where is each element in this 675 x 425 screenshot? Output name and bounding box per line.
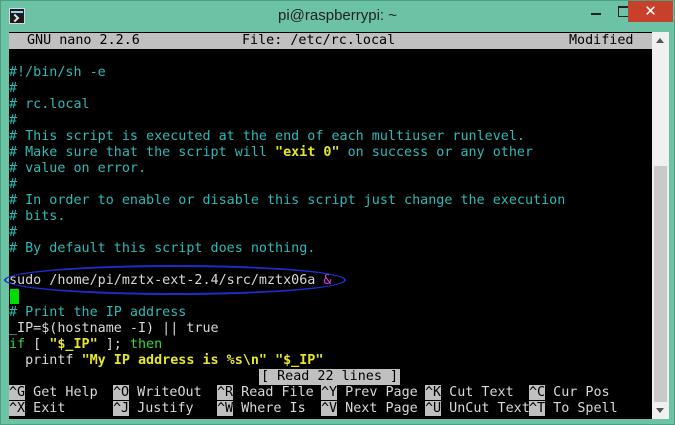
- shortcut-label: Exit: [25, 401, 66, 416]
- code-text: ];: [97, 337, 130, 352]
- close-button[interactable]: ✕: [628, 1, 673, 22]
- code-line: # bits.: [9, 209, 66, 224]
- shortcut-label: Justify: [129, 401, 194, 416]
- code-line: if [ "$_IP" ]; then: [9, 337, 162, 353]
- shortcut-key: ^V: [321, 401, 338, 416]
- code-line: # This script is executed at the end of …: [9, 129, 525, 144]
- code-line: #: [9, 177, 18, 192]
- shortcut-key: ^J: [113, 401, 130, 416]
- shortcut-label: Cut Text: [441, 385, 514, 400]
- shortcut-key: ^U: [425, 401, 442, 416]
- code-line: # rc.local: [9, 97, 90, 112]
- shortcut-where-is[interactable]: ^W Where Is: [217, 401, 306, 417]
- comment-text: on success or any other: [339, 145, 534, 160]
- code-line: #: [9, 81, 18, 96]
- shortcut-key: ^W: [217, 401, 234, 416]
- shortcut-label: WriteOut: [129, 385, 202, 400]
- shortcut-label: Prev Page: [337, 385, 418, 400]
- code-line: #: [9, 113, 18, 128]
- highlight-ellipse-annotation: [4, 265, 346, 295]
- code-line: # In order to enable or disable this scr…: [9, 193, 566, 208]
- shortcut-key: ^K: [425, 385, 442, 400]
- shortcut-to-spell[interactable]: ^T To Spell: [529, 401, 618, 417]
- vertical-scrollbar[interactable]: [652, 32, 669, 419]
- text-cursor: [10, 289, 19, 304]
- shortcut-label: Get Help: [25, 385, 98, 400]
- terminal-area[interactable]: GNU nano 2.2.6 File: /etc/rc.local Modif…: [9, 32, 652, 419]
- code-text: printf: [9, 353, 82, 368]
- code-line: # By default this script does nothing.: [9, 241, 316, 256]
- string-literal: "$_IP": [49, 337, 98, 352]
- window-title: pi@raspberrypi: ~: [277, 7, 398, 24]
- scrollbar-thumb[interactable]: [654, 166, 667, 402]
- comment-text: # Make sure that the script will: [9, 145, 276, 160]
- shortcut-key: ^Y: [321, 385, 338, 400]
- shortcut-key: ^O: [113, 385, 130, 400]
- minimize-button[interactable]: [583, 1, 609, 22]
- shortcut-next-page[interactable]: ^V Next Page: [321, 401, 418, 417]
- shortcut-label: Next Page: [337, 401, 418, 416]
- code-line: # value on error.: [9, 161, 147, 176]
- code-text: [: [25, 337, 50, 352]
- keyword: then: [129, 337, 163, 352]
- code-line: printf "My IP address is %s\n" "$_IP": [9, 353, 323, 369]
- shortcut-cur-pos[interactable]: ^C Cur Pos: [529, 385, 610, 401]
- shortcut-exit[interactable]: ^X Exit: [9, 401, 65, 417]
- string-literal: "exit 0": [275, 145, 340, 160]
- nano-status-message: [ Read 22 lines ]: [259, 369, 401, 385]
- shortcut-key: ^G: [9, 385, 26, 400]
- code-line: _IP=$(hostname -I) || true: [9, 321, 219, 336]
- shortcut-key: ^X: [9, 401, 26, 416]
- shortcut-justify[interactable]: ^J Justify: [113, 401, 194, 417]
- close-icon: ✕: [644, 2, 657, 20]
- shortcut-writeout[interactable]: ^O WriteOut: [113, 385, 202, 401]
- nano-version: GNU nano 2.2.6: [27, 33, 140, 48]
- shortcut-uncut-text[interactable]: ^U UnCut Text: [425, 401, 530, 417]
- shortcut-cut-text[interactable]: ^K Cut Text: [425, 385, 514, 401]
- shortcut-key: ^R: [217, 385, 234, 400]
- title-bar[interactable]: pi@raspberrypi: ~ ✕: [1, 1, 674, 32]
- nano-header-bar: GNU nano 2.2.6 File: /etc/rc.local Modif…: [9, 33, 652, 49]
- nano-modified-state: Modified: [569, 33, 634, 48]
- string-literal: "My IP address is %s\n": [81, 353, 267, 368]
- string-literal: "$_IP": [275, 353, 324, 368]
- code-line: #: [9, 225, 18, 240]
- shortcut-read-file[interactable]: ^R Read File: [217, 385, 314, 401]
- code-line: # Print the IP address: [9, 305, 187, 320]
- shortcut-prev-page[interactable]: ^Y Prev Page: [321, 385, 418, 401]
- shortcut-get-help[interactable]: ^G Get Help: [9, 385, 98, 401]
- keyword: if: [9, 337, 26, 352]
- shortcut-key: ^T: [529, 401, 546, 416]
- shortcut-label: To Spell: [545, 401, 618, 416]
- shortcut-key: ^C: [529, 385, 546, 400]
- shortcut-label: Cur Pos: [545, 385, 610, 400]
- code-line: #!/bin/sh -e: [9, 65, 106, 81]
- shortcut-label: Read File: [233, 385, 314, 400]
- terminal-window: pi@raspberrypi: ~ ✕ GNU nano 2.2.6 File:…: [0, 0, 675, 425]
- shebang-line: #!/bin/sh -e: [9, 65, 106, 80]
- scroll-up-arrow-icon[interactable]: [652, 32, 669, 49]
- code-line: # Make sure that the script will "exit 0…: [9, 145, 533, 161]
- shortcut-label: Where Is: [233, 401, 306, 416]
- scroll-down-arrow-icon[interactable]: [652, 402, 669, 419]
- shortcut-label: UnCut Text: [441, 401, 530, 416]
- nano-file-name: File: /etc/rc.local: [242, 33, 396, 48]
